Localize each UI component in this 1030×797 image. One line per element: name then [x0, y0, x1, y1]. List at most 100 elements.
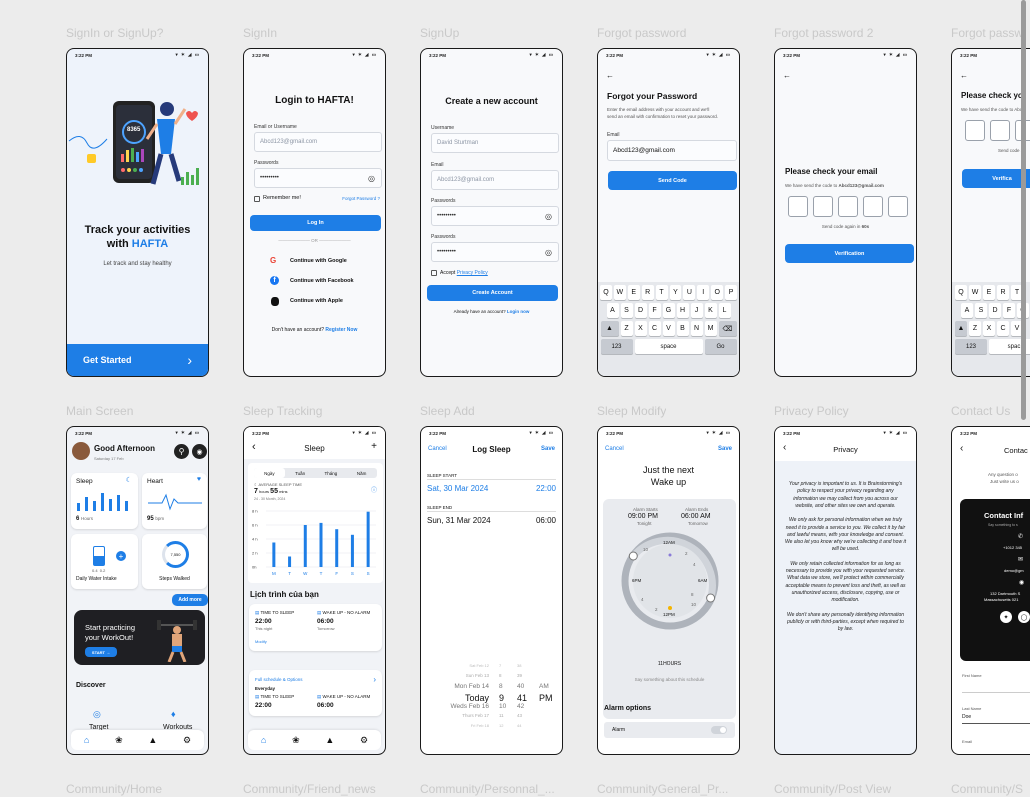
space-key[interactable]: space [634, 339, 703, 354]
gear-icon[interactable]: ⚙ [183, 735, 191, 746]
email-field[interactable]: Abcd123@gmail.com [431, 170, 559, 190]
last-name-field[interactable]: Doe [962, 714, 971, 720]
paw-icon[interactable]: ❀ [292, 735, 300, 746]
sleep-card[interactable]: Sleep ☾ 6 Hours [71, 473, 138, 529]
end-time[interactable]: 06:00 [536, 516, 556, 525]
sleep-bar[interactable] [366, 511, 370, 567]
sleep-bar[interactable] [335, 529, 339, 567]
key[interactable]: U [683, 285, 696, 300]
steps-card[interactable]: 7,550 Steps Walked [142, 534, 207, 589]
tab-year[interactable]: Năm [346, 468, 377, 478]
google-button[interactable]: Continue with Google [290, 258, 347, 264]
otp-box[interactable] [888, 196, 908, 217]
eye-off-icon[interactable]: ◎ [368, 174, 375, 183]
key[interactable]: E [983, 285, 995, 300]
verification-button[interactable]: Verification [785, 244, 914, 263]
back-arrow-icon[interactable]: ← [960, 71, 968, 80]
otp-box[interactable] [990, 120, 1010, 141]
password-field[interactable]: ••••••••• ◎ [254, 168, 382, 188]
picker-row[interactable]: Weds Feb 16 10 42 [421, 703, 562, 713]
key[interactable]: C [997, 321, 1009, 336]
picker-row[interactable]: Mon Feb 14 8 40 AM [421, 683, 562, 693]
key[interactable]: D [989, 303, 1001, 318]
key[interactable]: M [704, 321, 717, 336]
first-name-field[interactable] [962, 692, 1030, 693]
key[interactable]: F [1003, 303, 1015, 318]
remember-checkbox[interactable] [254, 196, 260, 202]
full-schedule-card[interactable]: Full schedule & Options › Everyday ▤ TIM… [249, 670, 382, 716]
back-arrow-icon[interactable]: ← [783, 71, 791, 80]
eye-off-icon[interactable]: ◎ [545, 248, 552, 257]
modify-link[interactable]: Modify [255, 639, 267, 644]
sleep-bar[interactable] [303, 525, 307, 567]
key[interactable]: X [634, 321, 647, 336]
start-button[interactable]: START → [85, 647, 117, 657]
key[interactable]: L [718, 303, 731, 318]
picker-row[interactable]: Fri Feb 18 12 44 [421, 723, 562, 733]
twitter-icon[interactable]: ✦ [1000, 611, 1012, 623]
instagram-icon[interactable]: ◯ [1018, 611, 1030, 623]
key[interactable]: O [711, 285, 724, 300]
tab-month[interactable]: Tháng [316, 468, 347, 478]
otp-box[interactable] [965, 120, 985, 141]
picker-row[interactable]: Sat Feb 12 7 38 [421, 663, 562, 673]
login-button[interactable]: Log In [250, 215, 381, 231]
numbers-key[interactable]: 123 [600, 339, 633, 354]
gear-icon[interactable]: ⚙ [360, 735, 368, 746]
key[interactable]: G [662, 303, 675, 318]
key[interactable]: A [606, 303, 619, 318]
otp-box[interactable] [788, 196, 808, 217]
forgot-password-link[interactable]: Forgot Password ? [342, 196, 380, 201]
send-code-button[interactable]: Send Code [608, 171, 737, 190]
accept-checkbox[interactable] [431, 270, 437, 276]
key[interactable]: Q [955, 285, 967, 300]
key[interactable]: Z [620, 321, 633, 336]
key[interactable]: Z [969, 321, 981, 336]
key[interactable]: R [641, 285, 654, 300]
workout-banner[interactable]: Start practicing your WorkOut! START → [74, 610, 205, 665]
water-card[interactable]: + 0.4 0.2 Daily Water Intake [71, 534, 138, 589]
key[interactable]: T [655, 285, 668, 300]
paw-icon[interactable]: ❀ [115, 735, 123, 746]
sleep-bar[interactable] [288, 556, 292, 568]
note-field[interactable]: Say something about this schedule [603, 677, 736, 682]
end-date[interactable]: Sun, 31 Mar 2024 [427, 516, 491, 525]
key[interactable]: N [690, 321, 703, 336]
go-key[interactable]: Go [704, 339, 737, 354]
picker-row[interactable]: Today 9 41 PM [421, 693, 562, 703]
back-icon[interactable]: ‹ [960, 443, 963, 454]
home-icon[interactable]: ⌂ [84, 735, 89, 745]
heart-card[interactable]: Heart ♥ 95 bpm [142, 473, 207, 529]
key[interactable]: J [690, 303, 703, 318]
password-field[interactable]: ••••••••• ◎ [431, 206, 559, 226]
plus-icon[interactable]: + [116, 551, 126, 561]
email-field[interactable]: Abcd123@gmail.com [254, 132, 382, 152]
tab-week[interactable]: Tuần [285, 468, 316, 478]
add-more-button[interactable]: Add more [172, 594, 208, 606]
sleep-bar[interactable] [319, 522, 323, 567]
start-time[interactable]: 22:00 [536, 484, 556, 493]
start-date[interactable]: Sat, 30 Mar 2024 [427, 484, 488, 493]
home-icon[interactable]: ⌂ [261, 735, 266, 745]
date-time-picker[interactable]: Sat Feb 12 7 38 Sun Feb 13 8 39 Mon Feb 14 8 40 A… [421, 663, 562, 733]
key[interactable]: X [983, 321, 995, 336]
create-account-button[interactable]: Create Account [427, 285, 558, 301]
key[interactable]: Q [599, 285, 612, 300]
key[interactable]: F [648, 303, 661, 318]
key[interactable]: B [676, 321, 689, 336]
alarm-toggle[interactable] [711, 726, 727, 734]
key[interactable]: D [634, 303, 647, 318]
bell-icon[interactable]: ◉ [192, 444, 207, 459]
key[interactable]: R [997, 285, 1009, 300]
user-icon[interactable]: ▲ [148, 735, 157, 745]
info-icon[interactable]: ⓘ [371, 485, 377, 494]
shift-key[interactable]: ▲ [600, 321, 619, 336]
otp-box[interactable] [813, 196, 833, 217]
numbers-key[interactable]: 123 [955, 339, 987, 354]
picker-row[interactable]: Sun Feb 13 8 39 [421, 673, 562, 683]
facebook-button[interactable]: Continue with Facebook [290, 278, 354, 284]
confirm-password-field[interactable]: ••••••••• ◎ [431, 242, 559, 262]
cancel-button[interactable]: Cancel [605, 446, 624, 452]
key[interactable]: S [975, 303, 987, 318]
scrollbar[interactable] [1021, 0, 1026, 420]
